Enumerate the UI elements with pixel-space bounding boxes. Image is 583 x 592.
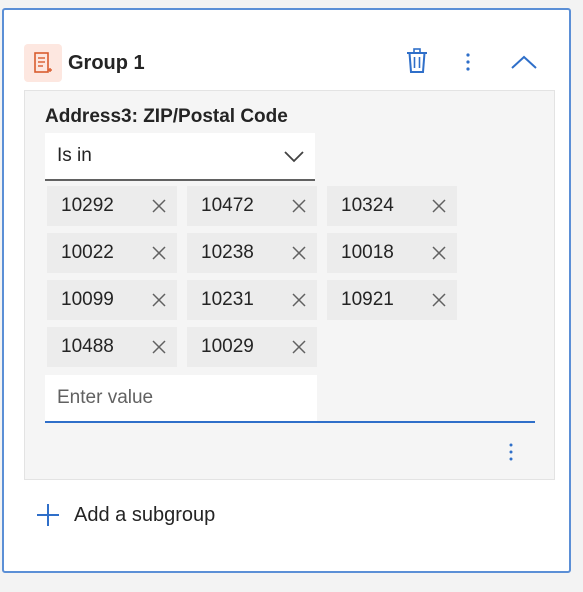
close-icon [292,199,306,213]
remove-value-button[interactable] [149,243,169,263]
value-tag-label: 10238 [201,242,254,263]
close-icon [432,293,446,307]
value-tag-label: 10324 [341,195,394,216]
remove-value-button[interactable] [289,337,309,357]
remove-value-button[interactable] [289,290,309,310]
condition-more-options-button[interactable] [499,439,523,465]
add-subgroup-label: Add a subgroup [74,503,216,526]
value-tag: 10292 [47,186,177,226]
value-tag: 10231 [187,280,317,320]
value-tag: 10099 [47,280,177,320]
value-tag: 10022 [47,233,177,273]
operator-dropdown[interactable]: Is in [45,133,315,181]
input-underline [45,421,535,423]
close-icon [432,199,446,213]
value-tag: 10238 [187,233,317,273]
value-tag-label: 10018 [341,242,394,263]
more-vertical-icon [466,53,470,71]
value-input[interactable] [45,375,317,421]
group-document-icon [24,44,62,82]
value-tag: 10921 [327,280,457,320]
filter-group-card: Group 1 Address3: ZIP/Postal Code Is in [2,8,571,573]
add-subgroup-button[interactable]: Add a subgroup [34,500,215,530]
more-vertical-icon [509,443,513,461]
group-more-options-button[interactable] [456,48,480,76]
value-tag-label: 10029 [201,336,254,357]
close-icon [292,246,306,260]
remove-value-button[interactable] [429,290,449,310]
chevron-down-icon [284,151,304,163]
collapse-group-button[interactable] [506,48,542,76]
remove-value-button[interactable] [149,337,169,357]
remove-value-button[interactable] [429,243,449,263]
field-label: Address3: ZIP/Postal Code [45,106,288,127]
value-tag-label: 10099 [61,289,114,310]
value-tag: 10029 [187,327,317,367]
close-icon [292,340,306,354]
close-icon [152,246,166,260]
close-icon [152,340,166,354]
value-tag-label: 10292 [61,195,114,216]
value-tag-label: 10488 [61,336,114,357]
value-tag: 10324 [327,186,457,226]
trash-icon [407,48,427,73]
close-icon [292,293,306,307]
value-tag-label: 10472 [201,195,254,216]
close-icon [432,246,446,260]
delete-group-button[interactable] [402,46,432,76]
operator-value: Is in [57,145,92,166]
value-tag-label: 10921 [341,289,394,310]
remove-value-button[interactable] [289,196,309,216]
remove-value-button[interactable] [429,196,449,216]
chevron-up-icon [511,55,537,69]
close-icon [152,199,166,213]
value-tag: 10472 [187,186,317,226]
value-tag-label: 10231 [201,289,254,310]
close-icon [152,293,166,307]
value-tag: 10018 [327,233,457,273]
value-tag: 10488 [47,327,177,367]
remove-value-button[interactable] [289,243,309,263]
remove-value-button[interactable] [149,290,169,310]
plus-icon [37,504,59,526]
condition-panel: Address3: ZIP/Postal Code Is in 10292 104… [24,90,555,480]
value-tag-label: 10022 [61,242,114,263]
remove-value-button[interactable] [149,196,169,216]
group-title: Group 1 [68,52,145,74]
